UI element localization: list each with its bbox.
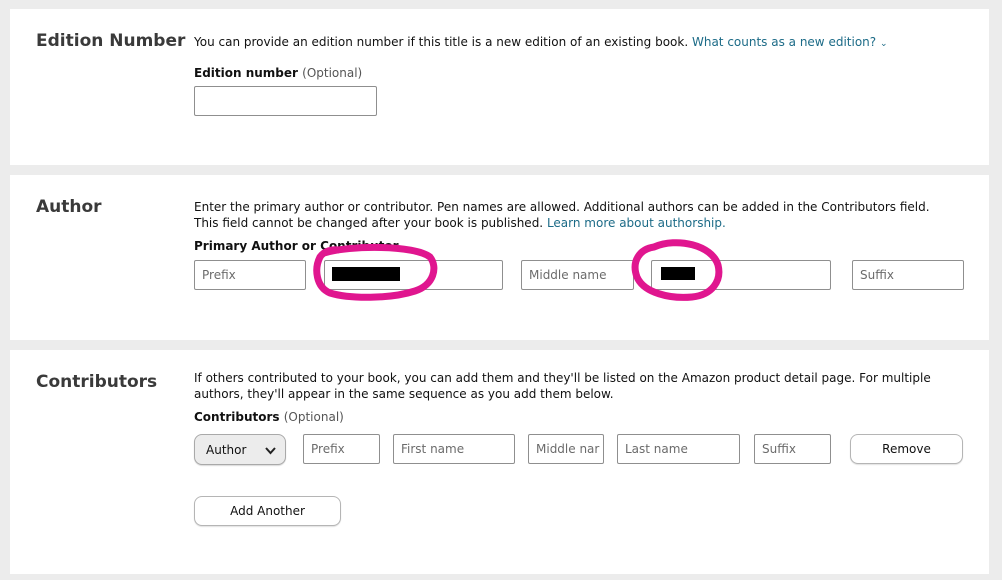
add-another-button[interactable]: Add Another xyxy=(194,496,341,526)
edition-number-input[interactable] xyxy=(194,86,377,116)
edition-description-text: You can provide an edition number if thi… xyxy=(194,35,689,49)
author-prefix-input[interactable]: Prefix xyxy=(194,260,306,290)
contributor-prefix-input[interactable]: Prefix xyxy=(303,434,380,464)
chevron-down-icon xyxy=(265,444,276,458)
contributors-section-title: Contributors xyxy=(36,372,158,392)
remove-contributor-button[interactable]: Remove xyxy=(850,434,963,464)
optional-tag: (Optional) xyxy=(302,66,363,80)
chevron-down-icon: ⌄ xyxy=(879,39,888,49)
optional-tag: (Optional) xyxy=(283,410,344,424)
author-middle-name-input[interactable]: Middle name xyxy=(521,260,634,290)
contributor-role-select[interactable]: Author xyxy=(194,434,286,465)
edition-number-label: Edition number (Optional) xyxy=(194,66,363,80)
edition-help-link[interactable]: What counts as a new edition? ⌄ xyxy=(692,35,888,49)
author-description: Enter the primary author or contributor.… xyxy=(194,199,954,231)
contributor-role-value: Author xyxy=(206,443,247,457)
author-section: Author Enter the primary author or contr… xyxy=(10,175,989,340)
contributor-suffix-input[interactable]: Suffix xyxy=(754,434,831,464)
author-suffix-input[interactable]: Suffix xyxy=(852,260,964,290)
contributors-description: If others contributed to your book, you … xyxy=(194,371,931,401)
author-section-title: Author xyxy=(36,197,102,217)
edition-description: You can provide an edition number if thi… xyxy=(194,34,954,52)
edition-section: Edition Number You can provide an editio… xyxy=(10,9,989,165)
contributors-section: Contributors If others contributed to yo… xyxy=(10,350,989,574)
contributors-label: Contributors (Optional) xyxy=(194,410,344,424)
contributor-last-name-input[interactable]: Last name xyxy=(617,434,740,464)
authorship-help-link[interactable]: Learn more about authorship. xyxy=(547,216,726,230)
edition-section-title: Edition Number xyxy=(36,31,186,51)
highlight-annotation-last xyxy=(631,239,723,301)
contributor-middle-name-input[interactable]: Middle nar xyxy=(528,434,604,464)
contributor-first-name-input[interactable]: First name xyxy=(393,434,515,464)
highlight-annotation-first xyxy=(313,243,438,301)
